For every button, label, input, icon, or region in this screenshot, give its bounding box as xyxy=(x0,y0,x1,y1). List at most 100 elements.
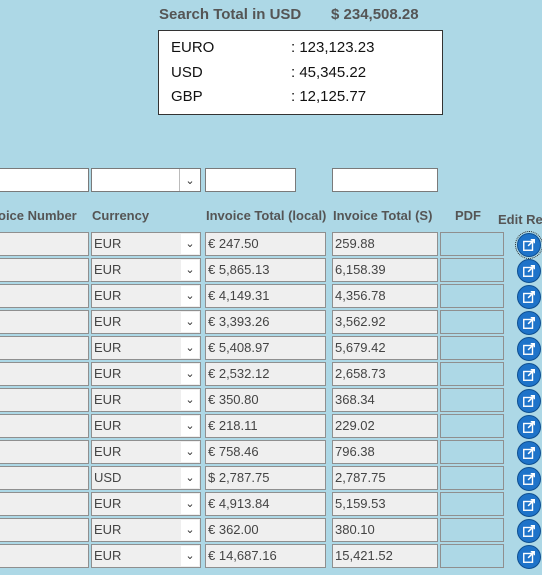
total-local-filter[interactable] xyxy=(205,168,296,192)
invoice-total-usd-cell[interactable]: 5,159.53 xyxy=(332,492,438,516)
invoice-total-usd-cell[interactable]: 259.88 xyxy=(332,232,438,256)
chevron-down-icon[interactable]: ⌄ xyxy=(181,260,199,280)
invoice-total-usd-cell[interactable]: 4,356.78 xyxy=(332,284,438,308)
invoice-total-local-cell[interactable]: € 4,149.31 xyxy=(205,284,326,308)
chevron-down-icon[interactable]: ⌄ xyxy=(181,442,199,462)
currency-select[interactable]: EUR ⌄ xyxy=(91,258,201,282)
invoice-total-local-cell[interactable]: € 5,865.13 xyxy=(205,258,326,282)
pdf-cell[interactable] xyxy=(440,440,504,464)
currency-select[interactable]: EUR ⌄ xyxy=(91,336,201,360)
edit-icon[interactable] xyxy=(517,363,541,387)
invoice-total-local-cell[interactable]: $ 2,787.75 xyxy=(205,466,326,490)
chevron-down-icon[interactable]: ⌄ xyxy=(181,390,199,410)
edit-icon[interactable] xyxy=(517,467,541,491)
chevron-down-icon[interactable]: ⌄ xyxy=(181,546,199,566)
invoice-total-usd-cell[interactable]: 3,562.92 xyxy=(332,310,438,334)
edit-icon[interactable] xyxy=(517,493,541,517)
currency-select[interactable]: EUR ⌄ xyxy=(91,362,201,386)
invoice-total-local-cell[interactable]: € 5,408.97 xyxy=(205,336,326,360)
edit-icon[interactable] xyxy=(517,441,541,465)
edit-icon[interactable] xyxy=(517,285,541,309)
invoice-total-usd-cell[interactable]: 2,787.75 xyxy=(332,466,438,490)
currency-select[interactable]: EUR ⌄ xyxy=(91,232,201,256)
invoice-number-filter[interactable] xyxy=(0,168,89,192)
currency-select[interactable]: EUR ⌄ xyxy=(91,388,201,412)
edit-icon[interactable] xyxy=(517,259,541,283)
edit-icon[interactable] xyxy=(517,337,541,361)
chevron-down-icon[interactable]: ⌄ xyxy=(181,494,199,514)
chevron-down-icon[interactable]: ⌄ xyxy=(181,338,199,358)
invoice-total-local-cell[interactable]: € 2,532.12 xyxy=(205,362,326,386)
chevron-down-icon[interactable]: ⌄ xyxy=(181,416,199,436)
invoice-total-local-cell[interactable]: € 247.50 xyxy=(205,232,326,256)
invoice-number-cell[interactable] xyxy=(0,258,89,282)
currency-select[interactable]: EUR ⌄ xyxy=(91,440,201,464)
header-currency: Currency xyxy=(92,208,150,223)
edit-icon[interactable] xyxy=(517,545,541,569)
edit-icon[interactable] xyxy=(517,311,541,335)
pdf-cell[interactable] xyxy=(440,388,504,412)
pdf-cell[interactable] xyxy=(440,362,504,386)
pdf-cell[interactable] xyxy=(440,544,504,568)
chevron-down-icon[interactable]: ⌄ xyxy=(181,312,199,332)
pdf-cell[interactable] xyxy=(440,492,504,516)
invoice-total-usd-cell[interactable]: 796.38 xyxy=(332,440,438,464)
chevron-down-icon[interactable]: ⌄ xyxy=(179,169,200,191)
invoice-total-usd-cell[interactable]: 5,679.42 xyxy=(332,336,438,360)
invoice-number-cell[interactable] xyxy=(0,336,89,360)
invoice-total-local-cell[interactable]: € 4,913.84 xyxy=(205,492,326,516)
invoice-number-cell[interactable] xyxy=(0,232,89,256)
currency-select[interactable]: EUR ⌄ xyxy=(91,544,201,568)
invoice-total-usd-cell[interactable]: 368.34 xyxy=(332,388,438,412)
invoice-total-local-cell[interactable]: € 218.11 xyxy=(205,414,326,438)
invoice-number-cell[interactable] xyxy=(0,440,89,464)
chevron-down-icon[interactable]: ⌄ xyxy=(181,286,199,306)
currency-total-euro: EURO: 123,123.23 xyxy=(171,39,374,56)
currency-select[interactable]: EUR ⌄ xyxy=(91,414,201,438)
pdf-cell[interactable] xyxy=(440,466,504,490)
pdf-cell[interactable] xyxy=(440,414,504,438)
edit-icon[interactable] xyxy=(517,415,541,439)
currency-select[interactable]: USD ⌄ xyxy=(91,466,201,490)
pdf-cell[interactable] xyxy=(440,258,504,282)
pdf-cell[interactable] xyxy=(440,310,504,334)
chevron-down-icon[interactable]: ⌄ xyxy=(181,468,199,488)
currency-totals-box: EURO: 123,123.23 USD: 45,345.22 GBP: 12,… xyxy=(158,30,443,115)
invoice-total-usd-cell[interactable]: 15,421.52 xyxy=(332,544,438,568)
pdf-cell[interactable] xyxy=(440,518,504,542)
invoice-total-usd-cell[interactable]: 229.02 xyxy=(332,414,438,438)
edit-icon[interactable] xyxy=(515,231,542,259)
invoice-number-cell[interactable] xyxy=(0,388,89,412)
currency-select[interactable]: EUR ⌄ xyxy=(91,492,201,516)
currency-select[interactable]: EUR ⌄ xyxy=(91,284,201,308)
invoice-number-cell[interactable] xyxy=(0,284,89,308)
currency-select[interactable]: EUR ⌄ xyxy=(91,518,201,542)
chevron-down-icon[interactable]: ⌄ xyxy=(181,364,199,384)
invoice-number-cell[interactable] xyxy=(0,466,89,490)
currency-select[interactable]: EUR ⌄ xyxy=(91,310,201,334)
invoice-number-cell[interactable] xyxy=(0,414,89,438)
invoice-total-local-cell[interactable]: € 3,393.26 xyxy=(205,310,326,334)
invoice-total-usd-cell[interactable]: 380.10 xyxy=(332,518,438,542)
invoice-total-usd-cell[interactable]: 2,658.73 xyxy=(332,362,438,386)
pdf-cell[interactable] xyxy=(440,232,504,256)
invoice-total-local-cell[interactable]: € 14,687.16 xyxy=(205,544,326,568)
pdf-cell[interactable] xyxy=(440,284,504,308)
currency-value: EUR xyxy=(94,548,122,563)
invoice-number-cell[interactable] xyxy=(0,544,89,568)
edit-icon[interactable] xyxy=(517,519,541,543)
edit-icon[interactable] xyxy=(517,389,541,413)
invoice-number-cell[interactable] xyxy=(0,492,89,516)
invoice-total-usd-cell[interactable]: 6,158.39 xyxy=(332,258,438,282)
invoice-total-local-cell[interactable]: € 362.00 xyxy=(205,518,326,542)
invoice-number-cell[interactable] xyxy=(0,310,89,334)
chevron-down-icon[interactable]: ⌄ xyxy=(181,234,199,254)
currency-filter[interactable]: ⌄ xyxy=(91,168,201,192)
invoice-total-local-cell[interactable]: € 758.46 xyxy=(205,440,326,464)
invoice-number-cell[interactable] xyxy=(0,362,89,386)
total-usd-filter[interactable] xyxy=(332,168,438,192)
invoice-total-local-cell[interactable]: € 350.80 xyxy=(205,388,326,412)
invoice-number-cell[interactable] xyxy=(0,518,89,542)
pdf-cell[interactable] xyxy=(440,336,504,360)
chevron-down-icon[interactable]: ⌄ xyxy=(181,520,199,540)
